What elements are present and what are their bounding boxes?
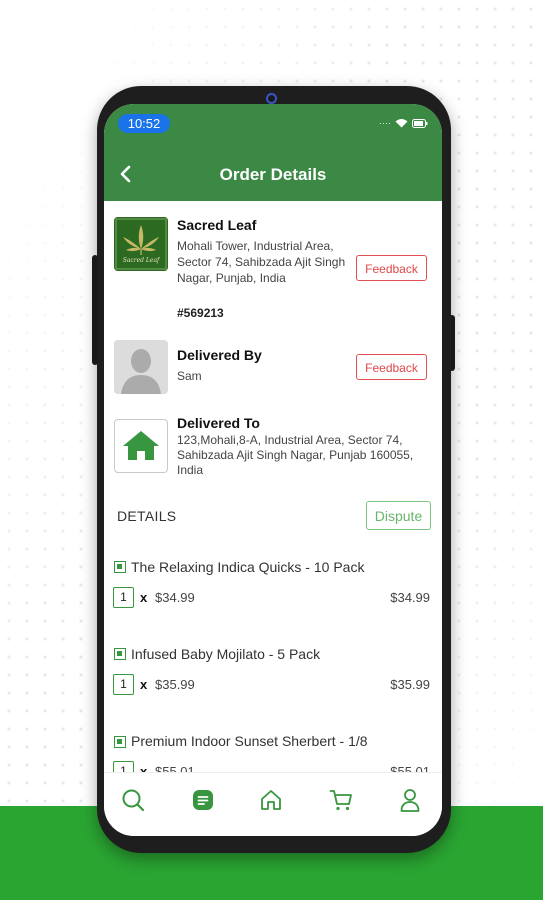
item-times-sign: x — [140, 590, 148, 605]
item-veg-icon — [114, 561, 126, 573]
profile-icon[interactable] — [397, 787, 423, 813]
item-quantity: 1 — [113, 674, 134, 695]
battery-icon — [412, 118, 428, 128]
item-name: The Relaxing Indica Quicks - 10 Pack — [131, 559, 365, 575]
item-unit-price: $34.99 — [155, 590, 195, 605]
store-address: Mohali Tower, Industrial Area, Sector 74… — [177, 239, 346, 285]
item-name: Infused Baby Mojilato - 5 Pack — [131, 646, 321, 662]
order-number: #569213 — [177, 306, 224, 320]
driver-avatar — [114, 340, 168, 394]
item-veg-icon — [114, 648, 126, 660]
home-location-icon — [114, 419, 168, 473]
signal-dots-icon: ···· — [379, 118, 391, 128]
item-veg-icon — [114, 736, 126, 748]
details-heading: DETAILS — [117, 508, 177, 524]
store-logo: Sacred Leaf — [114, 217, 168, 271]
page-title: Order Details — [219, 165, 327, 184]
status-time: 10:52 — [118, 114, 170, 133]
store-name: Sacred Leaf — [177, 217, 257, 233]
delivered-to-title: Delivered To — [177, 415, 260, 431]
search-icon[interactable] — [120, 787, 146, 813]
store-feedback-button[interactable]: Feedback — [356, 255, 427, 281]
wifi-icon — [395, 119, 408, 128]
status-icons: ···· — [379, 118, 428, 128]
item-quantity: 1 — [113, 587, 134, 608]
item-unit-price: $35.99 — [155, 677, 195, 692]
front-camera — [266, 93, 277, 104]
item-total-price: $35.99 — [390, 677, 430, 692]
phone-screen: 10:52 ···· Order Details Sacred Leaf Sac… — [104, 104, 442, 836]
item-times-sign: x — [140, 677, 148, 692]
item-name: Premium Indoor Sunset Sherbert - 1/8 — [131, 733, 368, 749]
dispute-button[interactable]: Dispute — [366, 501, 431, 530]
driver-name: Sam — [177, 369, 202, 383]
cart-icon[interactable] — [328, 787, 354, 813]
store-logo-text: Sacred Leaf — [123, 257, 161, 264]
app-header: 10:52 ···· Order Details — [104, 104, 442, 201]
delivered-by-title: Delivered By — [177, 347, 262, 363]
bottom-nav — [104, 772, 442, 836]
item-total-price: $34.99 — [390, 590, 430, 605]
driver-feedback-button[interactable]: Feedback — [356, 354, 427, 380]
delivery-address: 123,Mohali,8-A, Industrial Area, Sector … — [177, 433, 414, 477]
orders-icon[interactable] — [190, 787, 216, 813]
home-icon[interactable] — [258, 787, 284, 813]
